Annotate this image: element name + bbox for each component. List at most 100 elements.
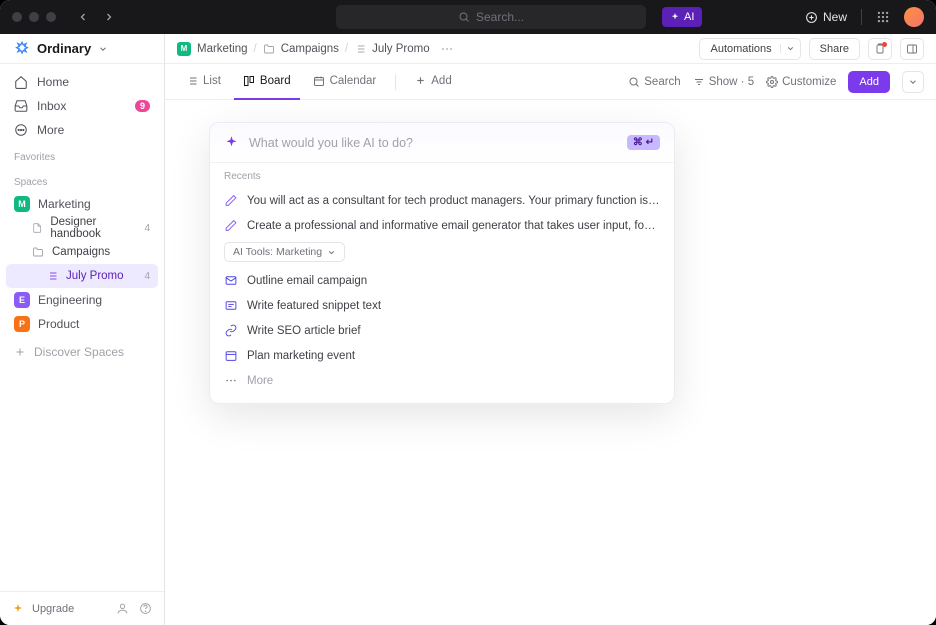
ai-more-button[interactable]: More xyxy=(224,368,660,393)
sidebar-item-inbox[interactable]: Inbox 9 xyxy=(6,94,158,118)
list-icon xyxy=(354,43,366,55)
space-engineering[interactable]: E Engineering xyxy=(6,288,158,312)
sidebar: Ordinary Home Inbox 9 More Favorites xyxy=(0,34,165,625)
sidebar-item-more[interactable]: More xyxy=(6,118,158,142)
sidebar-item-home[interactable]: Home xyxy=(6,70,158,94)
sparkle-icon xyxy=(670,12,680,22)
help-icon[interactable] xyxy=(139,602,152,615)
view-tab-calendar[interactable]: Calendar xyxy=(304,64,386,100)
space-child-july-promo[interactable]: July Promo 4 xyxy=(6,264,158,288)
new-button[interactable]: New xyxy=(805,10,847,24)
space-label: Marketing xyxy=(38,197,91,211)
workspace-name: Ordinary xyxy=(37,41,91,56)
space-product[interactable]: P Product xyxy=(6,312,158,336)
workspace-switcher[interactable]: Ordinary xyxy=(0,34,164,64)
view-tab-board[interactable]: Board xyxy=(234,64,300,100)
notifications-button[interactable] xyxy=(868,38,892,60)
more-horizontal-icon[interactable] xyxy=(440,42,454,56)
apps-grid-button[interactable] xyxy=(876,10,890,24)
notification-dot xyxy=(882,42,887,47)
sparkle-icon xyxy=(12,603,24,615)
ai-tool-seo-brief[interactable]: Write SEO article brief xyxy=(224,318,660,343)
panel-toggle-button[interactable] xyxy=(900,38,924,60)
divider xyxy=(861,9,862,25)
view-tabs: List Board Calendar Add xyxy=(165,64,936,100)
breadcrumb-page[interactable]: July Promo xyxy=(372,43,430,55)
global-search-input[interactable]: Search... xyxy=(336,5,646,29)
user-icon[interactable] xyxy=(116,602,129,615)
sidebar-item-label: Inbox xyxy=(37,99,66,113)
inbox-icon xyxy=(14,99,28,113)
chevron-down-icon xyxy=(908,77,918,87)
search-placeholder: Search... xyxy=(476,10,524,24)
space-child-label: Designer handbook xyxy=(50,216,136,240)
calendar-icon xyxy=(224,349,238,362)
add-task-dropdown[interactable] xyxy=(902,71,924,93)
filter-icon xyxy=(693,76,705,88)
search-view-button[interactable]: Search xyxy=(628,76,680,88)
automations-dropdown[interactable] xyxy=(780,44,800,53)
close-dot[interactable] xyxy=(12,12,22,22)
space-child-campaigns[interactable]: Campaigns xyxy=(6,240,158,264)
space-badge: M xyxy=(14,196,30,212)
keyboard-shortcut-badge: ⌘ ↵ xyxy=(627,135,660,150)
space-child-label: July Promo xyxy=(66,270,124,282)
sidebar-item-label: Home xyxy=(37,75,69,89)
user-avatar[interactable] xyxy=(904,7,924,27)
add-task-button[interactable]: Add xyxy=(848,71,890,93)
document-icon xyxy=(32,222,42,234)
share-button[interactable]: Share xyxy=(809,38,860,60)
board-icon xyxy=(243,75,255,87)
folder-icon xyxy=(32,246,44,258)
upgrade-button[interactable]: Upgrade xyxy=(32,603,74,615)
breadcrumb: M Marketing / Campaigns / July Promo Aut… xyxy=(165,34,936,64)
calendar-icon xyxy=(313,75,325,87)
space-marketing[interactable]: M Marketing xyxy=(6,192,158,216)
plus-circle-icon xyxy=(805,11,818,24)
item-count: 4 xyxy=(144,223,150,234)
ai-tool-outline-email[interactable]: Outline email campaign xyxy=(224,268,660,293)
spaces-section-label: Spaces xyxy=(0,167,164,192)
add-view-button[interactable]: Add xyxy=(406,64,460,100)
titlebar: Search... AI New xyxy=(0,0,936,34)
maximize-dot[interactable] xyxy=(46,12,56,22)
search-icon xyxy=(458,11,470,23)
discover-label: Discover Spaces xyxy=(34,345,124,359)
discover-spaces-button[interactable]: Discover Spaces xyxy=(6,340,158,364)
nav-back-button[interactable] xyxy=(72,6,94,28)
customize-button[interactable]: Customize xyxy=(766,76,836,88)
ai-tool-plan-event[interactable]: Plan marketing event xyxy=(224,343,660,368)
logo-icon xyxy=(14,41,30,57)
plus-icon xyxy=(14,346,26,358)
window-controls xyxy=(12,12,56,22)
show-filter-button[interactable]: Show · 5 xyxy=(693,76,754,88)
space-label: Engineering xyxy=(38,293,102,307)
automations-button[interactable]: Automations xyxy=(699,38,800,60)
space-child-designer-handbook[interactable]: Designer handbook 4 xyxy=(6,216,158,240)
main-area: M Marketing / Campaigns / July Promo Aut… xyxy=(165,34,936,625)
list-icon xyxy=(46,270,58,282)
minimize-dot[interactable] xyxy=(29,12,39,22)
recent-prompt-item[interactable]: Create a professional and informative em… xyxy=(224,213,660,238)
item-count: 4 xyxy=(144,271,150,282)
more-icon xyxy=(14,123,28,137)
ai-prompt-input[interactable]: What would you like AI to do? xyxy=(249,136,617,150)
chevron-down-icon xyxy=(327,248,336,257)
sidebar-item-label: More xyxy=(37,123,64,137)
mail-icon xyxy=(224,274,238,287)
list-icon xyxy=(186,75,198,87)
ai-tools-filter-chip[interactable]: AI Tools: Marketing xyxy=(224,242,345,262)
ai-tool-featured-snippet[interactable]: Write featured snippet text xyxy=(224,293,660,318)
space-badge: E xyxy=(14,292,30,308)
space-badge: P xyxy=(14,316,30,332)
pencil-icon xyxy=(224,219,238,232)
nav-forward-button[interactable] xyxy=(98,6,120,28)
ai-badge-button[interactable]: AI xyxy=(662,7,702,27)
breadcrumb-space[interactable]: Marketing xyxy=(197,43,248,55)
pencil-icon xyxy=(224,194,238,207)
view-tab-list[interactable]: List xyxy=(177,64,230,100)
recent-prompt-item[interactable]: You will act as a consultant for tech pr… xyxy=(224,188,660,213)
recents-label: Recents xyxy=(224,171,660,182)
breadcrumb-folder[interactable]: Campaigns xyxy=(281,43,339,55)
ai-command-panel: What would you like AI to do? ⌘ ↵ Recent… xyxy=(209,122,675,404)
